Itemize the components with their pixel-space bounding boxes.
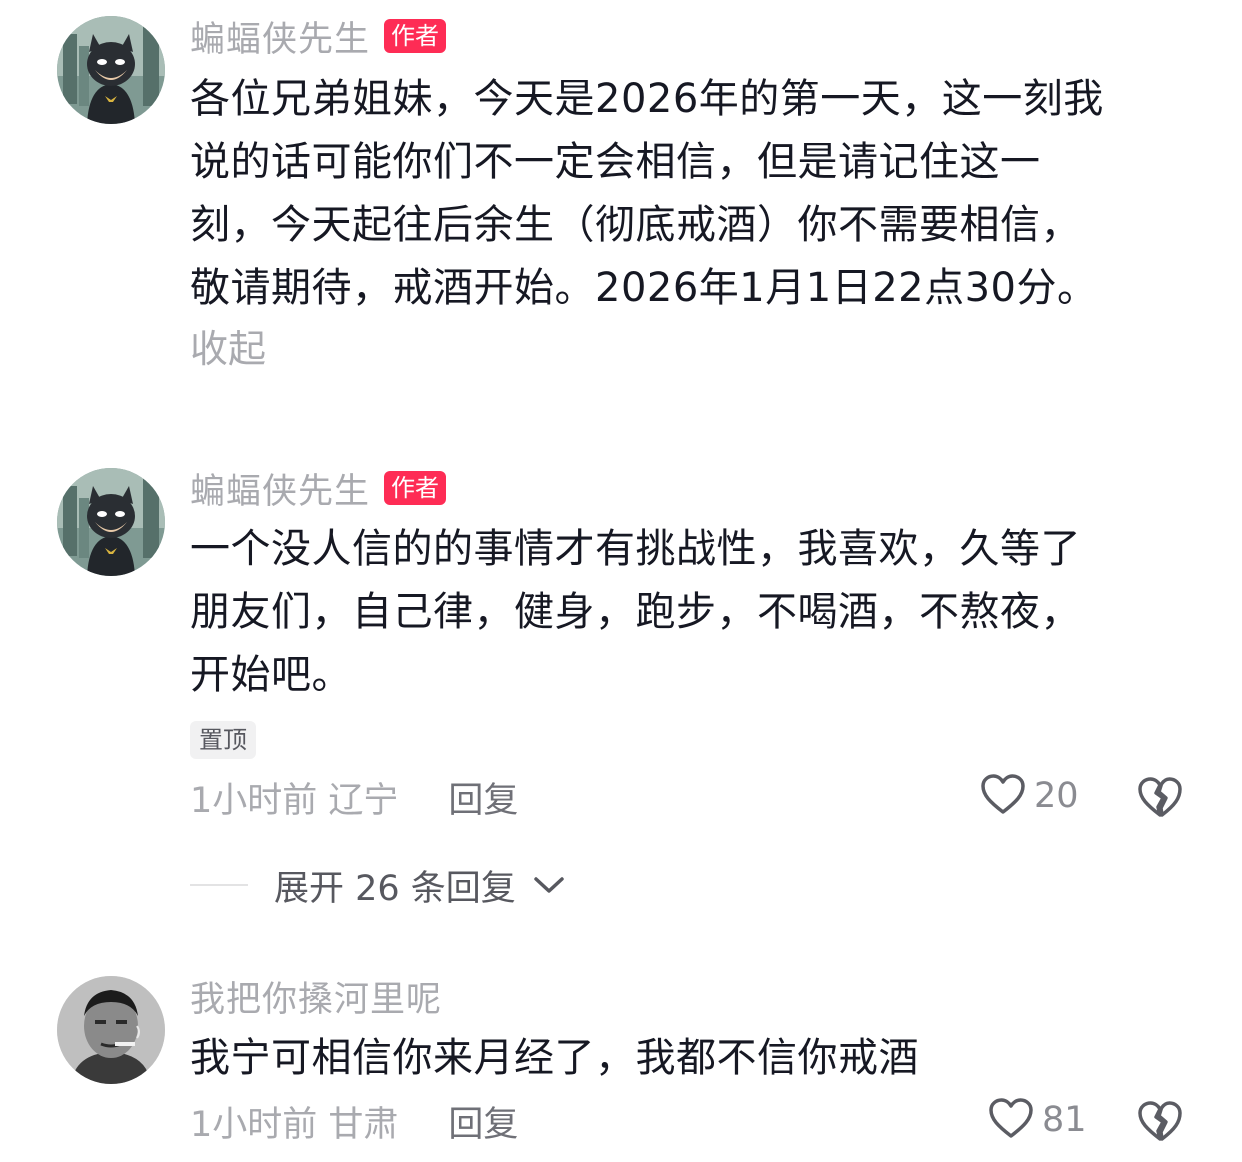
comment-text: 各位兄弟姐妹，今天是2026年的第一天，这一刻我 说的话可能你们不一定会相信，但…: [190, 68, 1190, 320]
collapse-button[interactable]: 收起: [190, 320, 1190, 378]
expand-replies-label: 展开 26 条回复: [274, 868, 516, 909]
heart-outline-icon[interactable]: [980, 772, 1026, 820]
author-badge: 作者: [384, 471, 447, 505]
comment-line: 开始吧。: [190, 652, 352, 698]
expand-replies-button[interactable]: 展开 26 条回复: [274, 860, 566, 911]
author-badge: 作者: [384, 19, 447, 53]
comment-text: 我宁可相信你来月经了，我都不信你戒酒: [190, 1027, 1190, 1090]
time-location: 1小时前 辽宁: [190, 780, 399, 821]
comment-header: 蝙蝠侠先生 作者: [190, 466, 1190, 512]
pinned-badge: 置顶: [190, 721, 256, 759]
heart-outline-icon[interactable]: [988, 1096, 1034, 1144]
batman-avatar[interactable]: [57, 468, 165, 576]
comment-meta: 1小时前 辽宁 回复 20: [190, 772, 1200, 822]
username[interactable]: 我把你搡河里呢: [190, 971, 442, 1022]
like-count: 81: [1042, 1100, 1087, 1140]
like-button[interactable]: 20: [980, 772, 1079, 820]
comment-header: 蝙蝠侠先生 作者: [190, 14, 1190, 60]
expand-replies: 展开 26 条回复: [190, 860, 566, 910]
comment-line: 各位兄弟姐妹，今天是2026年的第一天，这一刻我: [190, 76, 1104, 122]
username[interactable]: 蝙蝠侠先生: [190, 11, 370, 62]
comment-line: 说的话可能你们不一定会相信，但是请记住这一: [190, 139, 1041, 185]
username[interactable]: 蝙蝠侠先生: [190, 463, 370, 514]
batman-avatar[interactable]: [57, 16, 165, 124]
reply-button[interactable]: 回复: [448, 1096, 518, 1147]
comment-line: 一个没人信的的事情才有挑战性，我喜欢，久等了: [190, 526, 1081, 572]
comment-line: 敬请期待，戒酒开始。2026年1月1日22点30分。: [190, 265, 1098, 311]
like-count: 20: [1034, 776, 1079, 816]
man-smoking-avatar[interactable]: [57, 976, 165, 1084]
comment-line: 刻，今天起往后余生（彻底戒酒）你不需要相信，: [190, 202, 1081, 248]
divider-line: [190, 884, 248, 886]
chevron-down-icon: [532, 865, 566, 905]
comment-meta: 1小时前 甘肃 回复 81: [190, 1096, 1200, 1146]
time-location: 1小时前 甘肃: [190, 1104, 399, 1145]
reply-button[interactable]: 回复: [448, 772, 518, 823]
comment-line: 朋友们，自己律，健身，跑步，不喝酒，不熬夜，: [190, 589, 1081, 635]
like-button[interactable]: 81: [988, 1096, 1087, 1144]
comment-header: 我把你搡河里呢: [190, 974, 1190, 1020]
broken-heart-icon[interactable]: [1136, 1098, 1184, 1148]
broken-heart-icon[interactable]: [1136, 774, 1184, 824]
comment-text: 一个没人信的的事情才有挑战性，我喜欢，久等了 朋友们，自己律，健身，跑步，不喝酒…: [190, 518, 1190, 707]
comment-line: 我宁可相信你来月经了，我都不信你戒酒: [190, 1035, 919, 1081]
